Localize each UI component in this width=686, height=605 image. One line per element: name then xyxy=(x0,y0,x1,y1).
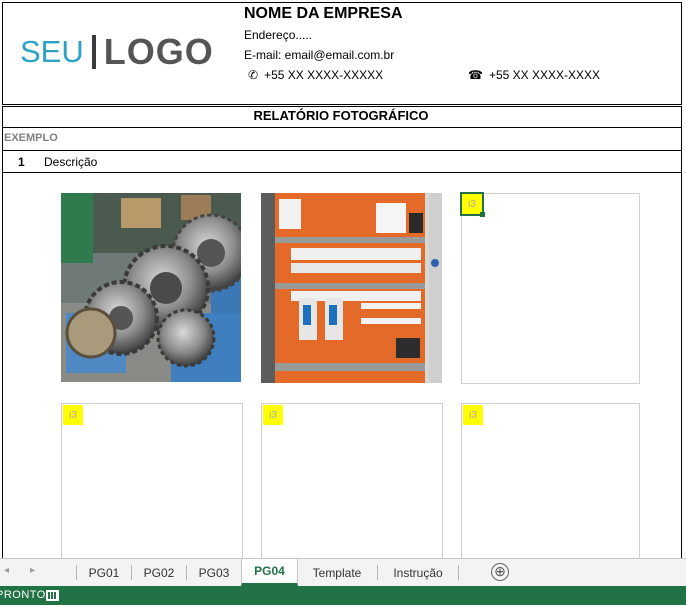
header-bottom-border xyxy=(2,104,682,105)
title-row-left-border xyxy=(2,106,3,128)
sheet-right-border xyxy=(681,128,682,558)
image-placeholder-icon[interactable]: i3 xyxy=(63,405,83,425)
mobile-phone-number: +55 XX XXXX-XXXXX xyxy=(264,68,384,82)
photo-slot-6[interactable]: i3 xyxy=(461,403,640,564)
landline-phone-number: +55 XX XXXX-XXXX xyxy=(488,68,601,82)
title-row-right-border xyxy=(681,106,682,128)
placeholder-label: i3 xyxy=(269,409,277,421)
item-number[interactable]: 1 xyxy=(18,155,25,169)
tab-instrucao[interactable]: Instrução xyxy=(378,559,458,586)
title-row-bottom-border xyxy=(2,127,682,128)
tab-pg04[interactable]: PG04 xyxy=(241,559,298,586)
electrical-panel-image xyxy=(261,193,442,383)
placeholder-label: i3 xyxy=(469,409,477,421)
logo-text-logo: LOGO xyxy=(103,31,214,72)
photo-slot-3[interactable]: i3 xyxy=(460,192,640,384)
photo-electrical-panel[interactable] xyxy=(261,193,442,383)
image-placeholder-icon[interactable]: i3 xyxy=(463,405,483,425)
item-description[interactable]: Descrição xyxy=(44,155,97,169)
gears-image xyxy=(61,193,241,382)
item-row-bottom-border xyxy=(2,172,682,173)
logo-text-seu: SEU xyxy=(20,34,84,69)
add-sheet-icon[interactable]: ⊕ xyxy=(491,563,509,581)
example-row-bottom-border xyxy=(2,150,682,151)
status-mode: PRONTO xyxy=(0,589,46,601)
title-row-top-border xyxy=(2,106,682,107)
selection-handle[interactable] xyxy=(480,212,485,217)
company-email: E-mail: email@email.com.br xyxy=(244,48,395,62)
scroll-tabs-right-icon[interactable]: ▸ xyxy=(30,565,35,576)
company-address: Endereço..... xyxy=(244,28,313,42)
header-right-border xyxy=(681,2,682,105)
header-left-border xyxy=(2,2,3,105)
placeholder-label: i3 xyxy=(69,409,77,421)
sheet-tabs-bar: ◂ ▸ PG01 PG02 PG03 PG04 Template Instruç… xyxy=(0,558,686,587)
status-bar: PRONTO xyxy=(0,586,686,605)
mobile-phone: ✆ +55 XX XXXX-XXXXX xyxy=(248,68,383,82)
photo-slot-4[interactable]: i3 xyxy=(61,403,243,564)
header-top-border xyxy=(2,2,682,3)
company-logo: SEU LOGO xyxy=(20,30,214,74)
photo-slot-5[interactable]: i3 xyxy=(261,403,443,564)
tab-pg01[interactable]: PG01 xyxy=(77,559,131,586)
example-label[interactable]: EXEMPLO xyxy=(4,132,58,144)
tab-pg03[interactable]: PG03 xyxy=(187,559,241,586)
scroll-tabs-left-icon[interactable]: ◂ xyxy=(4,565,9,576)
sheet-left-border xyxy=(2,128,3,558)
macro-recording-icon[interactable] xyxy=(46,590,59,601)
tab-separator xyxy=(458,565,459,580)
placeholder-label: i3 xyxy=(468,198,476,210)
company-name: NOME DA EMPRESA xyxy=(244,5,403,22)
tab-pg02[interactable]: PG02 xyxy=(132,559,186,586)
mobile-phone-icon: ✆ xyxy=(248,68,259,82)
photo-gears[interactable] xyxy=(61,193,241,382)
tab-template[interactable]: Template xyxy=(297,559,377,586)
logo-divider xyxy=(91,35,96,69)
report-title[interactable]: RELATÓRIO FOTOGRÁFICO xyxy=(0,108,682,123)
image-placeholder-icon[interactable]: i3 xyxy=(263,405,283,425)
landline-phone: ☎ +55 XX XXXX-XXXX xyxy=(468,68,600,82)
telephone-icon: ☎ xyxy=(468,68,483,82)
image-placeholder-icon[interactable]: i3 xyxy=(460,192,485,217)
